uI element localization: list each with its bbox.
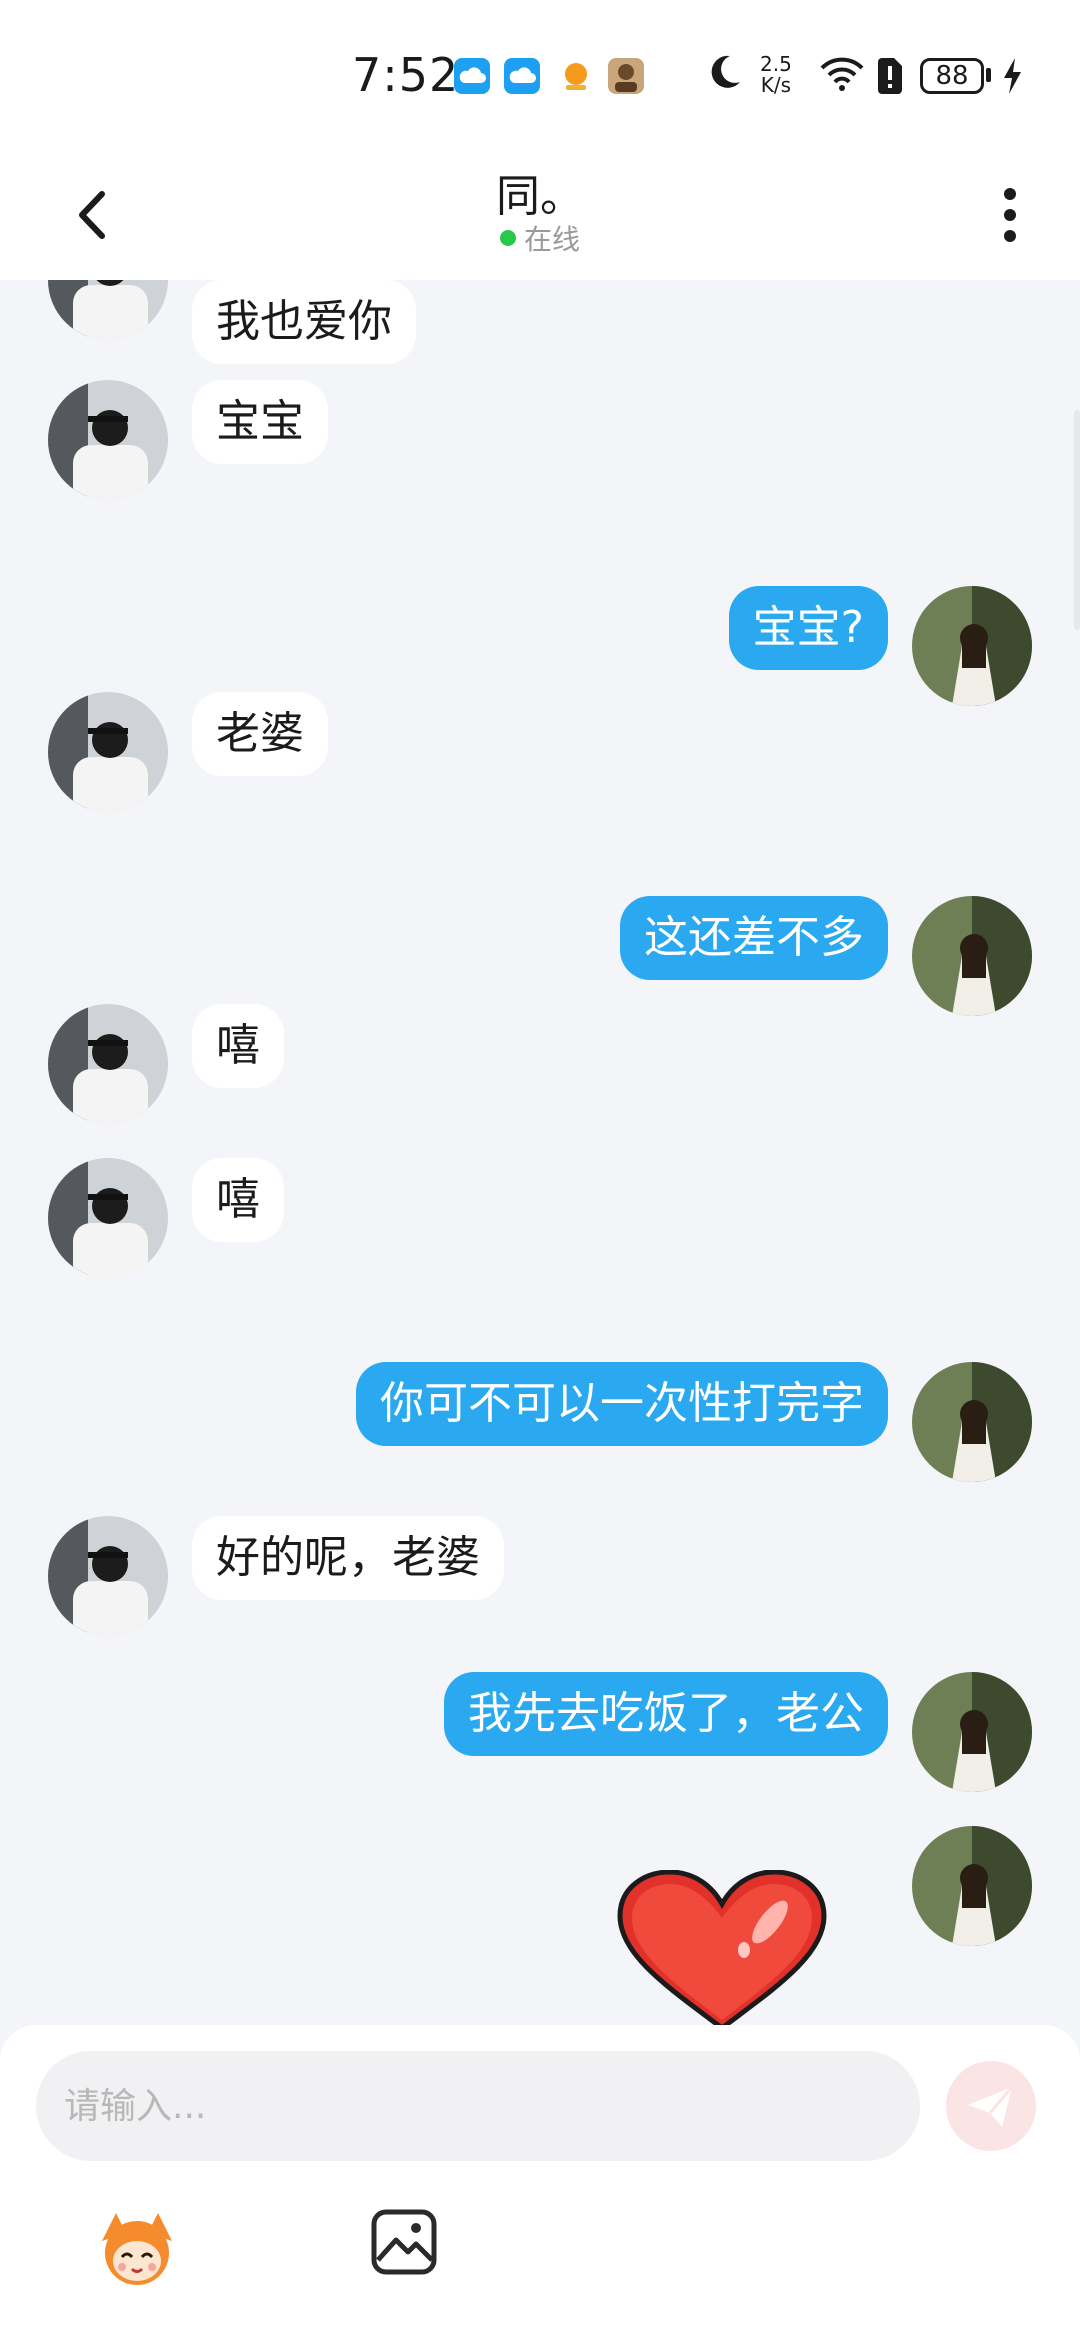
- image-picker-icon[interactable]: [370, 2208, 438, 2276]
- message-bubble-received[interactable]: 嘻: [192, 1004, 284, 1088]
- status-bar: 7:52 2.5 K/s 88: [0, 0, 1080, 140]
- message-bubble-received[interactable]: 嘻: [192, 1158, 284, 1242]
- game-app-icon: [558, 58, 594, 94]
- online-dot: [499, 230, 516, 246]
- heart-sticker-icon[interactable]: [612, 1870, 832, 2025]
- message-row: 你可不可以一次性打完字: [0, 1362, 1080, 1482]
- message-row: 嘻: [0, 1158, 1080, 1278]
- battery-tip: [986, 68, 991, 82]
- message-row: 好的呢，老婆: [0, 1516, 1080, 1636]
- message-bubble-sent[interactable]: 宝宝?: [728, 586, 888, 670]
- send-button[interactable]: [946, 2061, 1036, 2151]
- online-status: 在线: [0, 218, 1080, 258]
- send-plane-icon: [968, 2086, 1014, 2127]
- message-row: 我也爱你: [0, 280, 1080, 364]
- message-row: 宝宝?: [0, 586, 1080, 706]
- battery-icon: 88: [920, 58, 984, 94]
- contact-avatar[interactable]: [48, 1158, 168, 1278]
- online-status-label: 在线: [523, 223, 580, 256]
- status-time: 7:52: [352, 48, 460, 102]
- my-avatar[interactable]: [912, 586, 1032, 706]
- mascot-sticker-icon: [102, 2213, 172, 2285]
- contact-avatar[interactable]: [48, 280, 168, 340]
- message-bubble-sent[interactable]: 我先去吃饭了，老公: [444, 1672, 888, 1756]
- message-list[interactable]: 我也爱你 宝宝 宝宝? 老婆 这还差不多 嘻 嘻 你可不可以一次性打完字 好的呢…: [0, 280, 1080, 2025]
- net-speed-unit: K/s: [760, 73, 792, 97]
- more-vertical-icon[interactable]: [990, 180, 1030, 250]
- message-bubble-received[interactable]: 好的呢，老婆: [192, 1516, 504, 1600]
- message-row: 老婆: [0, 692, 1080, 812]
- my-avatar[interactable]: [912, 1362, 1032, 1482]
- chat-header: 同。 在线: [0, 140, 1080, 280]
- my-avatar[interactable]: [912, 1672, 1032, 1792]
- my-avatar[interactable]: [912, 896, 1032, 1016]
- message-row: [0, 1826, 1080, 1946]
- sticker-button[interactable]: [92, 2203, 182, 2293]
- net-speed-value: 2.5: [760, 52, 792, 76]
- moon-icon: [711, 55, 740, 88]
- chat-title: 同。: [496, 171, 584, 222]
- game-avatar-icon: [608, 58, 644, 94]
- cloud-app-icon: [504, 58, 540, 94]
- charging-icon: [1004, 58, 1021, 94]
- wifi-icon: [820, 57, 864, 91]
- composer: [0, 2025, 1080, 2340]
- message-bubble-received[interactable]: 宝宝: [192, 380, 328, 464]
- message-row: 这还差不多: [0, 896, 1080, 1016]
- contact-avatar[interactable]: [48, 1516, 168, 1636]
- message-input[interactable]: [36, 2051, 920, 2161]
- message-row: 宝宝: [0, 380, 1080, 500]
- contact-avatar[interactable]: [48, 380, 168, 500]
- message-row: 嘻: [0, 1004, 1080, 1124]
- sim-alert-icon: [878, 58, 902, 94]
- message-row: 我先去吃饭了，老公: [0, 1672, 1080, 1792]
- my-avatar[interactable]: [912, 1826, 1032, 1946]
- chat-screen: 7:52 2.5 K/s 88 同。 在线 我也爱你 宝宝 宝宝? 老婆 这还差…: [0, 0, 1080, 2340]
- contact-avatar[interactable]: [48, 692, 168, 812]
- message-bubble-sent[interactable]: 这还差不多: [620, 896, 888, 980]
- message-bubble-received[interactable]: 老婆: [192, 692, 328, 776]
- message-bubble-received[interactable]: 我也爱你: [192, 280, 416, 364]
- contact-avatar[interactable]: [48, 1004, 168, 1124]
- cloud-app-icon: [454, 58, 490, 94]
- net-speed: 2.5 K/s: [760, 54, 792, 96]
- message-bubble-sent[interactable]: 你可不可以一次性打完字: [356, 1362, 888, 1446]
